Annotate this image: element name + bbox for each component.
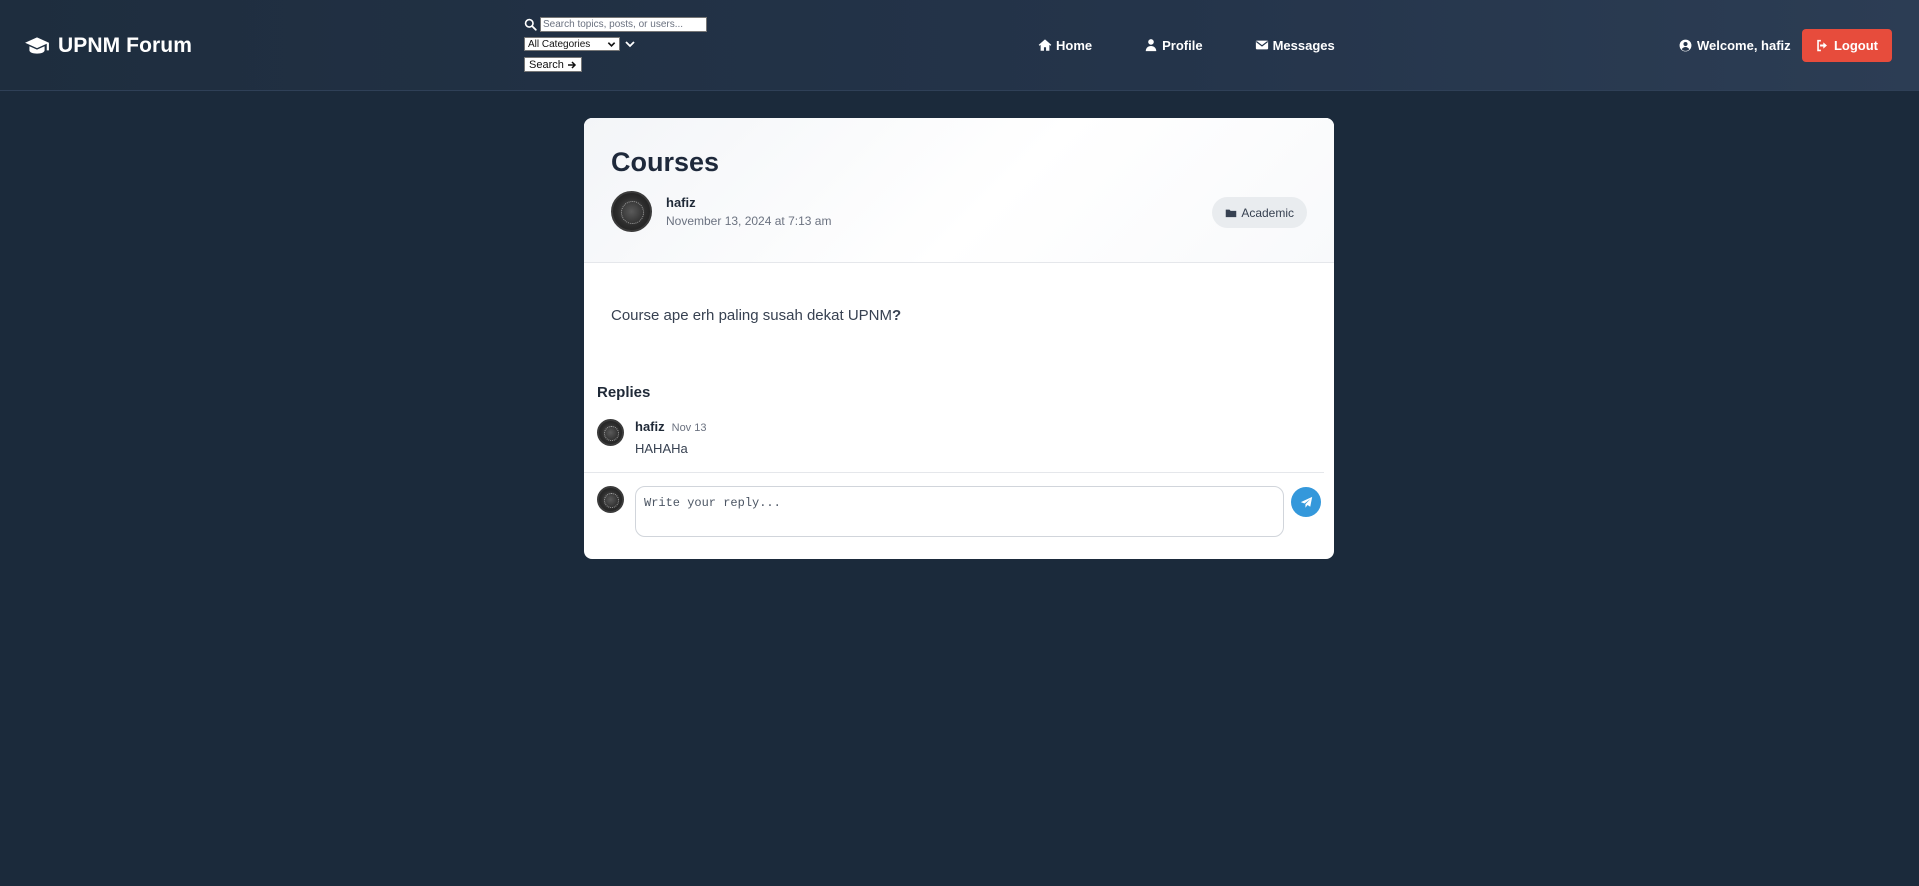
folder-icon: [1226, 209, 1237, 217]
logout-label: Logout: [1833, 38, 1879, 53]
category-badge[interactable]: Academic: [1212, 197, 1307, 228]
brand-name: UPNM Forum: [58, 34, 192, 57]
graduation-cap-icon: [25, 37, 49, 54]
reply-date: Nov 13: [671, 422, 707, 434]
avatar[interactable]: [597, 419, 624, 446]
post-date: November 13, 2024 at 7:13 am: [666, 213, 832, 228]
user-icon: [1145, 39, 1157, 52]
search-icon: [524, 18, 537, 31]
top-navbar: UPNM Forum All Categories Search: [0, 0, 1919, 91]
reply-compose: [584, 473, 1334, 537]
chevron-down-icon: [607, 41, 616, 47]
search-input[interactable]: [540, 17, 707, 32]
nav-home[interactable]: Home: [1038, 37, 1092, 53]
post-body: Course ape erh paling susah dekat UPNM?: [584, 263, 1334, 376]
avatar[interactable]: [611, 191, 652, 232]
post-card: Courses hafiz November 13, 2024 at 7:13 …: [584, 118, 1334, 559]
brand-logo[interactable]: UPNM Forum: [24, 32, 192, 60]
home-icon: [1038, 39, 1052, 51]
reply-author[interactable]: hafiz: [635, 419, 665, 434]
user-circle-icon: [1679, 39, 1692, 51]
arrow-right-icon: [567, 60, 576, 69]
reply-text: HAHAHa: [635, 441, 688, 456]
chevron-down-icon[interactable]: [624, 38, 636, 50]
avatar: [597, 486, 624, 513]
post-body-text: Course ape erh paling susah dekat UPNM: [611, 307, 892, 324]
logout-button[interactable]: Logout: [1802, 29, 1892, 62]
nav-profile[interactable]: Profile: [1144, 37, 1203, 53]
nav-home-label: Home: [1056, 37, 1093, 53]
post-author[interactable]: hafiz: [666, 195, 831, 211]
nav-messages[interactable]: Messages: [1255, 37, 1335, 53]
sign-out-icon: [1817, 39, 1827, 52]
nav-profile-label: Profile: [1162, 37, 1203, 53]
search-form: All Categories Search: [524, 16, 724, 73]
category-select-value: All Categories: [528, 38, 591, 50]
reply-item: hafiz Nov 13 HAHAHa: [584, 419, 1324, 473]
category-label: Academic: [1241, 205, 1294, 220]
post-body-mark: ?: [892, 307, 902, 324]
post-title: Courses: [611, 147, 720, 177]
search-button[interactable]: Search: [524, 57, 582, 72]
post-author-row: hafiz November 13, 2024 at 7:13 am: [611, 191, 1308, 232]
reply-textarea[interactable]: [635, 486, 1285, 537]
search-button-label: Search: [529, 58, 564, 71]
welcome-text: Welcome, hafiz: [1697, 37, 1791, 53]
nav-messages-label: Messages: [1272, 37, 1335, 53]
envelope-icon: [1255, 40, 1268, 50]
welcome-user: Welcome, hafiz: [1679, 37, 1791, 53]
post-header: Courses hafiz November 13, 2024 at 7:13 …: [584, 118, 1334, 263]
main-nav: Home Profile Messages: [1038, 37, 1335, 53]
category-select[interactable]: All Categories: [524, 37, 620, 51]
paper-plane-icon: [1300, 496, 1312, 508]
replies-heading: Replies: [597, 384, 651, 401]
send-reply-button[interactable]: [1291, 487, 1321, 517]
